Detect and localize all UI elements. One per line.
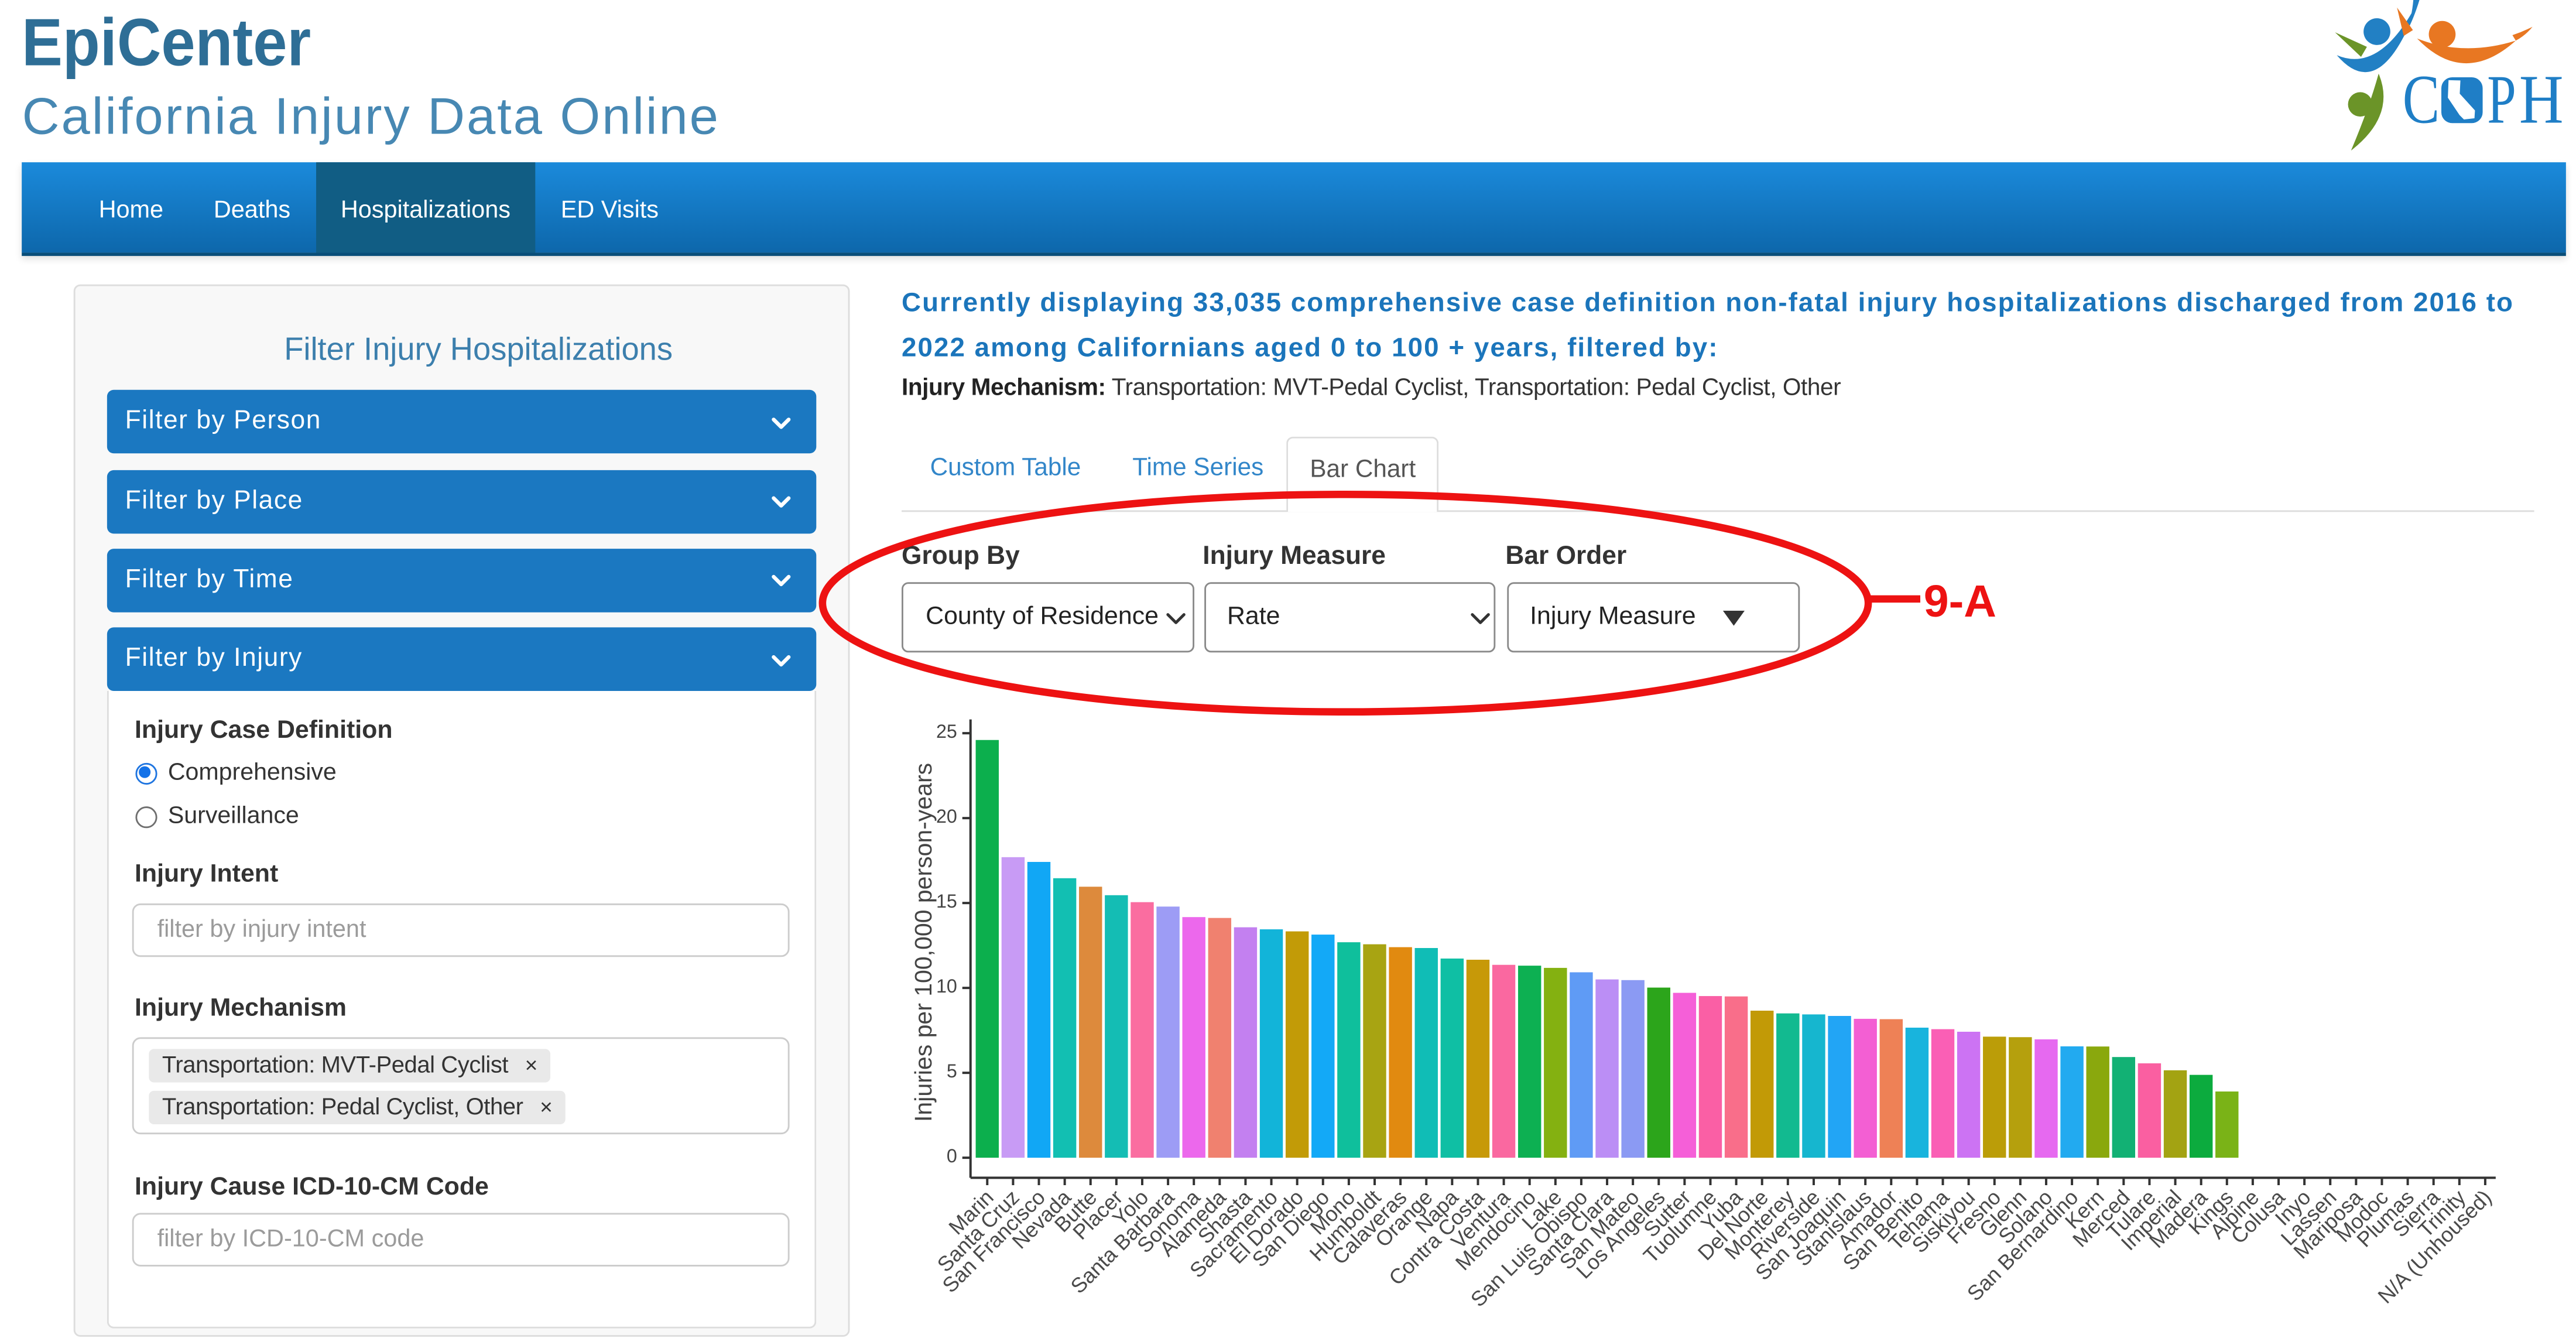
svg-text:9-A: 9-A [1924, 576, 1996, 627]
